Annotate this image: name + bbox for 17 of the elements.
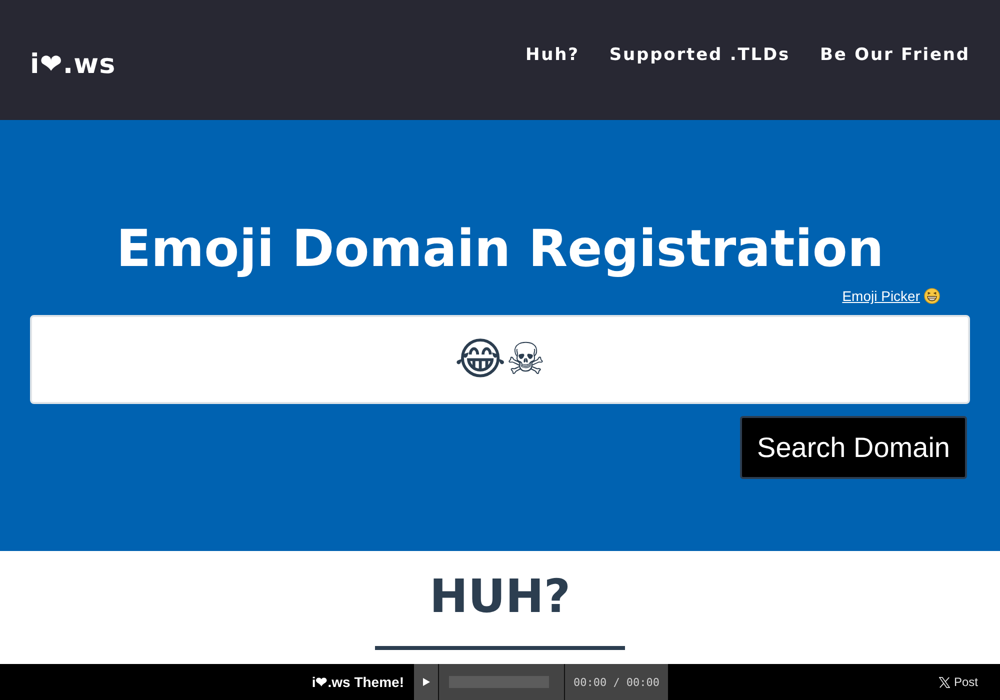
nav-link[interactable]: Huh?: [525, 45, 580, 65]
laughing-face-icon: [924, 288, 940, 304]
play-button[interactable]: [414, 664, 439, 700]
progress-track[interactable]: [449, 676, 549, 688]
play-icon: [422, 678, 430, 686]
nav-link[interactable]: Supported .TLDs: [609, 45, 790, 65]
x-logo-icon: [938, 676, 950, 688]
site-logo[interactable]: i❤.ws: [30, 48, 116, 80]
section-heading: HUH?: [429, 568, 571, 624]
hero-title: Emoji Domain Registration: [115, 219, 885, 281]
post-button[interactable]: Post: [938, 675, 978, 689]
search-domain-button[interactable]: Search Domain: [740, 416, 967, 479]
emoji-picker-link[interactable]: Emoji Picker: [842, 288, 920, 304]
time-display: 00:00 / 00:00: [572, 676, 661, 688]
theme-label: i❤.ws Theme!: [312, 674, 404, 690]
domain-search-field[interactable]: 😂☠: [30, 315, 970, 404]
nav-link[interactable]: Be Our Friend: [820, 45, 970, 65]
